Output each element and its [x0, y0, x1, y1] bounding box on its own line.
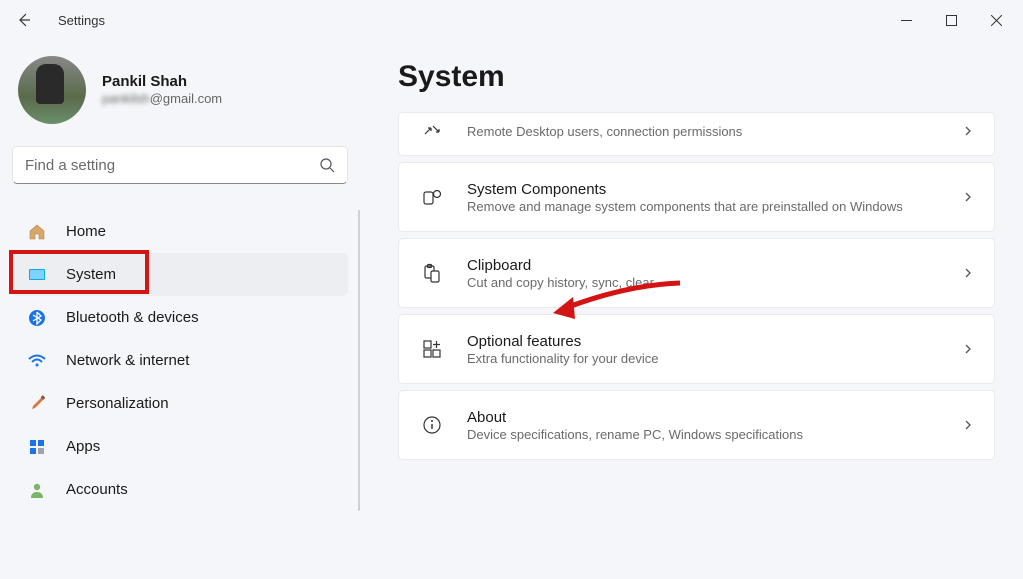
bluetooth-icon — [26, 307, 48, 329]
sidebar-item-accounts[interactable]: Accounts — [12, 468, 348, 511]
chevron-right-icon — [962, 343, 974, 355]
remote-desktop-icon — [419, 118, 445, 144]
system-icon — [26, 264, 48, 286]
nav-list: Home System Bluetooth & devices Network … — [12, 210, 348, 511]
page-title: System — [398, 60, 995, 94]
chevron-right-icon — [962, 267, 974, 279]
back-button[interactable] — [4, 0, 44, 40]
search-input[interactable] — [25, 157, 319, 174]
chevron-right-icon — [962, 191, 974, 203]
window-title: Settings — [58, 13, 105, 28]
nav-scrollbar[interactable] — [358, 210, 360, 511]
card-subtitle: Remove and manage system components that… — [467, 199, 948, 214]
card-optional-features[interactable]: Optional features Extra functionality fo… — [398, 314, 995, 384]
card-subtitle: Device specifications, rename PC, Window… — [467, 427, 948, 442]
card-title: About — [467, 409, 948, 426]
profile-name: Pankil Shah — [102, 73, 222, 90]
sidebar-item-system[interactable]: System — [12, 253, 348, 296]
close-button[interactable] — [974, 3, 1019, 37]
card-subtitle: Remote Desktop users, connection permiss… — [467, 124, 948, 139]
content-area: System Remote Desktop users, connection … — [360, 40, 1023, 579]
sidebar-item-apps[interactable]: Apps — [12, 425, 348, 468]
card-title: System Components — [467, 181, 948, 198]
window-controls — [884, 3, 1019, 37]
sidebar-item-label: Network & internet — [66, 352, 189, 369]
info-icon — [419, 412, 445, 438]
arrow-left-icon — [16, 12, 32, 28]
sidebar-item-network[interactable]: Network & internet — [12, 339, 348, 382]
chevron-right-icon — [962, 125, 974, 137]
wifi-icon — [26, 350, 48, 372]
optional-features-icon — [419, 336, 445, 362]
sidebar: Pankil Shah pankilsh@gmail.com Home Syst… — [0, 40, 360, 579]
sidebar-item-label: System — [66, 266, 116, 283]
sidebar-item-label: Accounts — [66, 481, 128, 498]
person-icon — [26, 479, 48, 501]
profile-block[interactable]: Pankil Shah pankilsh@gmail.com — [12, 56, 348, 124]
apps-icon — [26, 436, 48, 458]
search-icon — [319, 157, 335, 173]
sidebar-item-label: Apps — [66, 438, 100, 455]
home-icon — [26, 221, 48, 243]
titlebar: Settings — [0, 0, 1023, 40]
clipboard-icon — [419, 260, 445, 286]
sidebar-item-personalization[interactable]: Personalization — [12, 382, 348, 425]
card-about[interactable]: About Device specifications, rename PC, … — [398, 390, 995, 460]
sidebar-item-label: Home — [66, 223, 106, 240]
close-icon — [991, 15, 1002, 26]
maximize-icon — [946, 15, 957, 26]
minimize-button[interactable] — [884, 3, 929, 37]
components-icon — [419, 184, 445, 210]
sidebar-item-bluetooth[interactable]: Bluetooth & devices — [12, 296, 348, 339]
card-subtitle: Extra functionality for your device — [467, 351, 948, 366]
maximize-button[interactable] — [929, 3, 974, 37]
brush-icon — [26, 393, 48, 415]
sidebar-item-label: Bluetooth & devices — [66, 309, 199, 326]
card-title: Optional features — [467, 333, 948, 350]
card-system-components[interactable]: System Components Remove and manage syst… — [398, 162, 995, 232]
card-clipboard[interactable]: Clipboard Cut and copy history, sync, cl… — [398, 238, 995, 308]
profile-email: pankilsh@gmail.com — [102, 90, 222, 108]
card-title: Clipboard — [467, 257, 948, 274]
sidebar-item-home[interactable]: Home — [12, 210, 348, 253]
chevron-right-icon — [962, 419, 974, 431]
search-box[interactable] — [12, 146, 348, 184]
sidebar-item-label: Personalization — [66, 395, 169, 412]
minimize-icon — [901, 15, 912, 26]
avatar — [18, 56, 86, 124]
card-subtitle: Cut and copy history, sync, clear — [467, 275, 948, 290]
card-remote-desktop[interactable]: Remote Desktop users, connection permiss… — [398, 112, 995, 156]
